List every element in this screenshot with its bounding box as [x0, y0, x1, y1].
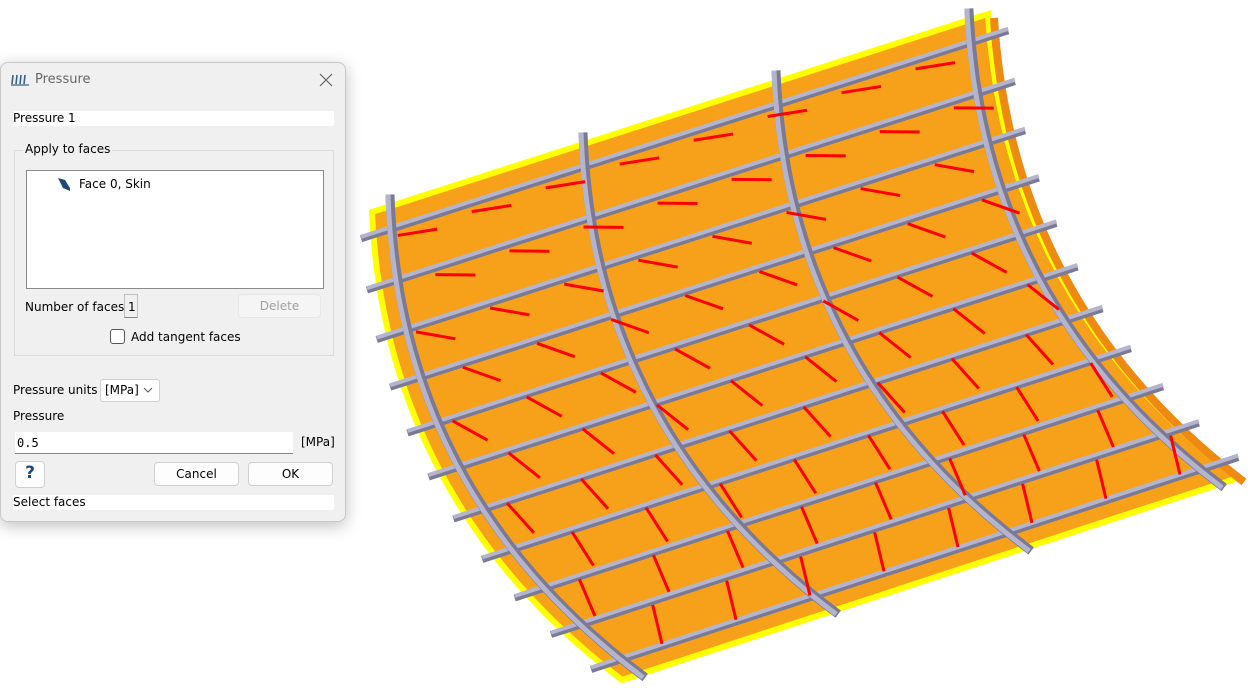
- units-value: [MPa]: [105, 383, 139, 397]
- apply-to-faces-group: Apply to faces Face 0, Skin Number of fa…: [14, 142, 334, 356]
- pressure-label: Pressure: [13, 409, 65, 423]
- dialog-title: Pressure: [35, 72, 91, 87]
- face-label: Face 0, Skin: [79, 177, 151, 191]
- ok-button[interactable]: OK: [248, 462, 333, 486]
- close-icon[interactable]: [317, 71, 335, 89]
- pressure-units-select[interactable]: [MPa]: [100, 379, 160, 402]
- dialog-titlebar[interactable]: Pressure: [1, 63, 345, 97]
- pressure-dialog: Pressure Pressure 1 Apply to faces Face …: [0, 62, 346, 522]
- cancel-button[interactable]: Cancel: [154, 462, 239, 486]
- face-icon: [58, 178, 70, 191]
- pressure-arrows-icon: [11, 74, 29, 86]
- checkbox-box[interactable]: [110, 329, 125, 344]
- group-label: Apply to faces: [23, 142, 113, 156]
- faces-list[interactable]: Face 0, Skin: [26, 170, 324, 289]
- list-item[interactable]: Face 0, Skin: [57, 177, 151, 191]
- number-of-faces-value: 1: [124, 294, 138, 318]
- pressure-units-label: Pressure units: [13, 383, 98, 397]
- add-tangent-faces-checkbox[interactable]: Add tangent faces: [110, 329, 241, 344]
- pressure-unit-label: [MPa]: [301, 435, 335, 449]
- delete-button[interactable]: Delete: [238, 294, 321, 318]
- help-button[interactable]: ?: [15, 461, 45, 488]
- chevron-down-icon: [143, 387, 153, 393]
- status-text: Select faces: [13, 495, 334, 510]
- add-tangent-label: Add tangent faces: [131, 329, 241, 344]
- pressure-name-field[interactable]: Pressure 1: [13, 111, 334, 126]
- number-of-faces-label: Number of faces: [25, 300, 125, 314]
- pressure-input[interactable]: [15, 432, 293, 454]
